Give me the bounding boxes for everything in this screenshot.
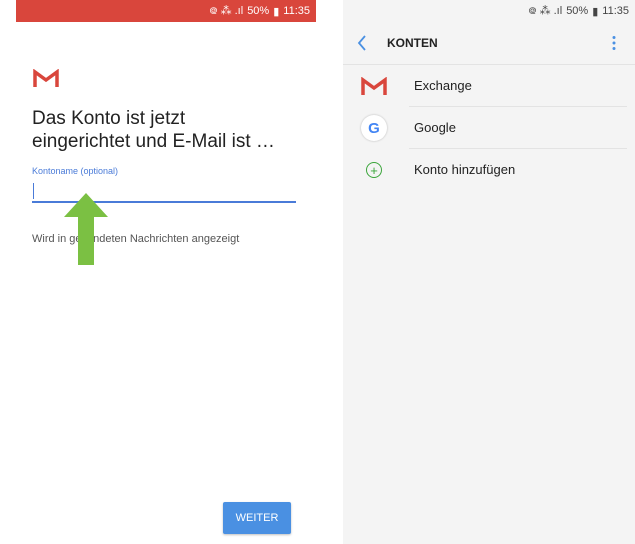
- account-name-label: Kontoname (optional): [32, 166, 119, 176]
- page-title: KONTEN: [387, 36, 438, 50]
- text-cursor: [33, 183, 34, 199]
- account-item-google[interactable]: G Google: [343, 107, 635, 149]
- add-account-button[interactable]: + Konto hinzufügen: [343, 149, 635, 191]
- battery-icon: ▮: [592, 5, 599, 18]
- setup-screen: ᪤ ⁂ .ıl 50% ▮ 11:35 Das Konto ist jetzt …: [16, 0, 316, 544]
- gmail-icon: [359, 71, 389, 101]
- app-bar: KONTEN: [343, 22, 635, 65]
- more-options-icon[interactable]: [611, 35, 617, 51]
- weiter-button[interactable]: WEITER: [223, 502, 291, 534]
- battery-level: 50%: [247, 5, 270, 17]
- clock: 11:35: [283, 5, 310, 17]
- account-label: Google: [414, 120, 456, 135]
- account-item-exchange[interactable]: Exchange: [343, 65, 635, 107]
- signal-indicators: ᪤ ⁂ .ıl: [528, 5, 563, 17]
- account-label: Konto hinzufügen: [414, 162, 516, 177]
- status-bar: ᪤ ⁂ .ıl 50% ▮ 11:35: [343, 0, 635, 22]
- google-icon: G: [359, 113, 389, 143]
- back-icon[interactable]: [357, 34, 367, 52]
- up-arrow-icon: [64, 193, 108, 265]
- battery-level: 50%: [566, 5, 589, 17]
- gmail-icon: [33, 69, 59, 87]
- signal-indicators: ᪤ ⁂ .ıl: [209, 5, 244, 17]
- battery-icon: ▮: [273, 5, 280, 18]
- status-bar: ᪤ ⁂ .ıl 50% ▮ 11:35: [16, 0, 316, 22]
- page-title: Das Konto ist jetzt eingerichtet und E-M…: [32, 108, 275, 152]
- accounts-screen: ᪤ ⁂ .ıl 50% ▮ 11:35 KONTEN Exchange G Go…: [343, 0, 635, 544]
- clock: 11:35: [602, 5, 629, 17]
- account-label: Exchange: [414, 78, 472, 93]
- add-icon: +: [359, 155, 389, 185]
